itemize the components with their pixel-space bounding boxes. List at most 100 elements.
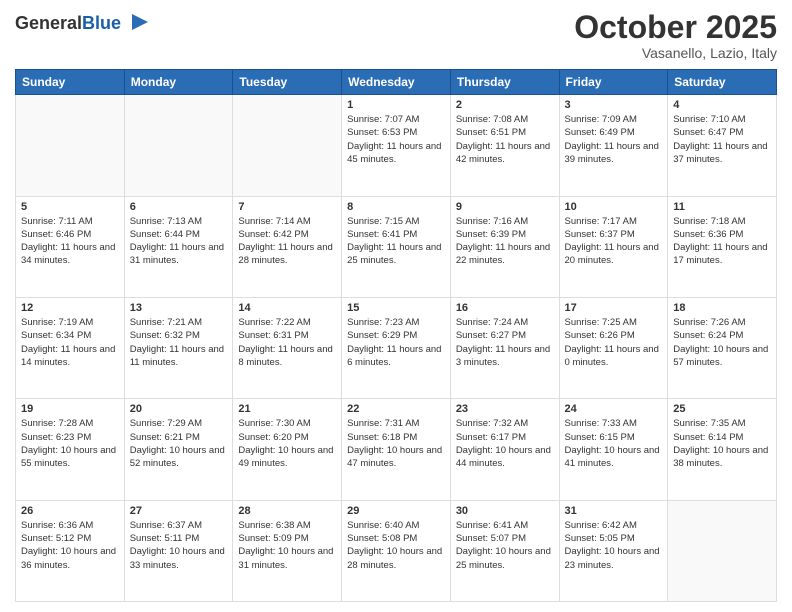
col-thursday: Thursday xyxy=(450,70,559,95)
daylight-text: Daylight: 11 hours and 45 minutes. xyxy=(347,141,441,165)
calendar-header-row: Sunday Monday Tuesday Wednesday Thursday… xyxy=(16,70,777,95)
sunrise-text: Sunrise: 7:18 AM xyxy=(673,216,745,227)
day-number: 18 xyxy=(673,302,771,314)
daylight-text: Daylight: 10 hours and 28 minutes. xyxy=(347,546,442,570)
daylight-text: Daylight: 11 hours and 25 minutes. xyxy=(347,242,441,266)
sunset-text: Sunset: 6:23 PM xyxy=(21,432,91,443)
col-wednesday: Wednesday xyxy=(342,70,451,95)
sunrise-text: Sunrise: 7:21 AM xyxy=(130,317,202,328)
day-detail: Sunrise: 7:13 AMSunset: 6:44 PMDaylight:… xyxy=(130,215,228,268)
sunset-text: Sunset: 6:17 PM xyxy=(456,432,526,443)
sunrise-text: Sunrise: 7:26 AM xyxy=(673,317,745,328)
table-row xyxy=(124,95,233,196)
day-number: 16 xyxy=(456,302,554,314)
day-detail: Sunrise: 7:22 AMSunset: 6:31 PMDaylight:… xyxy=(238,316,336,369)
day-number: 22 xyxy=(347,403,445,415)
sunset-text: Sunset: 6:46 PM xyxy=(21,229,91,240)
daylight-text: Daylight: 11 hours and 20 minutes. xyxy=(565,242,659,266)
calendar-week-row: 12 Sunrise: 7:19 AMSunset: 6:34 PMDayligh… xyxy=(16,297,777,398)
table-row: 13Sunrise: 7:21 AMSunset: 6:32 PMDayligh… xyxy=(124,297,233,398)
day-detail: Sunrise: 7:30 AMSunset: 6:20 PMDaylight:… xyxy=(238,417,336,470)
day-detail: Sunrise: 7:09 AMSunset: 6:49 PMDaylight:… xyxy=(565,113,663,166)
day-detail: Sunrise: 7:14 AMSunset: 6:42 PMDaylight:… xyxy=(238,215,336,268)
daylight-text: Daylight: 11 hours and 22 minutes. xyxy=(456,242,550,266)
location-subtitle: Vasanello, Lazio, Italy xyxy=(574,45,777,61)
daylight-text: Daylight: 10 hours and 41 minutes. xyxy=(565,445,660,469)
table-row: 2Sunrise: 7:08 AMSunset: 6:51 PMDaylight… xyxy=(450,95,559,196)
day-number: 6 xyxy=(130,201,228,213)
table-row: 1Sunrise: 7:07 AMSunset: 6:53 PMDaylight… xyxy=(342,95,451,196)
day-number: 12 xyxy=(21,302,119,314)
day-number: 31 xyxy=(565,505,663,517)
day-number: 20 xyxy=(130,403,228,415)
sunrise-text: Sunrise: 6:36 AM xyxy=(21,520,93,531)
table-row: 28Sunrise: 6:38 AMSunset: 5:09 PMDayligh… xyxy=(233,500,342,601)
day-detail: Sunrise: 7:19 AMSunset: 6:34 PMDaylight:… xyxy=(21,316,119,369)
sunset-text: Sunset: 6:37 PM xyxy=(565,229,635,240)
table-row: 27Sunrise: 6:37 AMSunset: 5:11 PMDayligh… xyxy=(124,500,233,601)
sunrise-text: Sunrise: 6:42 AM xyxy=(565,520,637,531)
table-row: 11Sunrise: 7:18 AMSunset: 6:36 PMDayligh… xyxy=(668,196,777,297)
daylight-text: Daylight: 10 hours and 33 minutes. xyxy=(130,546,225,570)
day-number: 2 xyxy=(456,99,554,111)
table-row: 12 Sunrise: 7:19 AMSunset: 6:34 PMDayligh… xyxy=(16,297,125,398)
table-row: 19Sunrise: 7:28 AMSunset: 6:23 PMDayligh… xyxy=(16,399,125,500)
day-detail: Sunrise: 7:18 AMSunset: 6:36 PMDaylight:… xyxy=(673,215,771,268)
day-detail: Sunrise: 7:11 AMSunset: 6:46 PMDaylight:… xyxy=(21,215,119,268)
col-monday: Monday xyxy=(124,70,233,95)
sunset-text: Sunset: 6:42 PM xyxy=(238,229,308,240)
table-row: 24Sunrise: 7:33 AMSunset: 6:15 PMDayligh… xyxy=(559,399,668,500)
daylight-text: Daylight: 11 hours and 8 minutes. xyxy=(238,344,332,368)
sunset-text: Sunset: 5:12 PM xyxy=(21,533,91,544)
sunset-text: Sunset: 5:09 PM xyxy=(238,533,308,544)
daylight-text: Daylight: 11 hours and 39 minutes. xyxy=(565,141,659,165)
sunrise-text: Sunrise: 7:30 AM xyxy=(238,418,310,429)
sunrise-text: Sunrise: 7:08 AM xyxy=(456,114,528,125)
day-number: 7 xyxy=(238,201,336,213)
table-row: 4Sunrise: 7:10 AMSunset: 6:47 PMDaylight… xyxy=(668,95,777,196)
sunrise-text: Sunrise: 7:28 AM xyxy=(21,418,93,429)
day-detail: Sunrise: 7:35 AMSunset: 6:14 PMDaylight:… xyxy=(673,417,771,470)
daylight-text: Daylight: 11 hours and 3 minutes. xyxy=(456,344,550,368)
table-row: 20Sunrise: 7:29 AMSunset: 6:21 PMDayligh… xyxy=(124,399,233,500)
sunset-text: Sunset: 6:21 PM xyxy=(130,432,200,443)
daylight-text: Daylight: 10 hours and 31 minutes. xyxy=(238,546,333,570)
sunrise-text: Sunrise: 7:16 AM xyxy=(456,216,528,227)
day-detail: Sunrise: 6:37 AMSunset: 5:11 PMDaylight:… xyxy=(130,519,228,572)
daylight-text: Daylight: 11 hours and 42 minutes. xyxy=(456,141,550,165)
sunset-text: Sunset: 5:05 PM xyxy=(565,533,635,544)
day-detail: Sunrise: 7:32 AMSunset: 6:17 PMDaylight:… xyxy=(456,417,554,470)
daylight-text: Daylight: 11 hours and 14 minutes. xyxy=(21,344,115,368)
logo-flag-icon xyxy=(124,10,152,38)
sunset-text: Sunset: 6:49 PM xyxy=(565,127,635,138)
daylight-text: Daylight: 11 hours and 6 minutes. xyxy=(347,344,441,368)
sunset-text: Sunset: 6:31 PM xyxy=(238,330,308,341)
day-detail: Sunrise: 7:07 AMSunset: 6:53 PMDaylight:… xyxy=(347,113,445,166)
table-row: 6 Sunrise: 7:13 AMSunset: 6:44 PMDaylight… xyxy=(124,196,233,297)
sunset-text: Sunset: 6:27 PM xyxy=(456,330,526,341)
day-detail: Sunrise: 7:15 AMSunset: 6:41 PMDaylight:… xyxy=(347,215,445,268)
title-block: October 2025 Vasanello, Lazio, Italy xyxy=(574,10,777,61)
col-sunday: Sunday xyxy=(16,70,125,95)
table-row: 16 Sunrise: 7:24 AMSunset: 6:27 PMDayligh… xyxy=(450,297,559,398)
daylight-text: Daylight: 10 hours and 47 minutes. xyxy=(347,445,442,469)
table-row: 29Sunrise: 6:40 AMSunset: 5:08 PMDayligh… xyxy=(342,500,451,601)
table-row: 7 Sunrise: 7:14 AMSunset: 6:42 PMDaylight… xyxy=(233,196,342,297)
sunset-text: Sunset: 5:07 PM xyxy=(456,533,526,544)
daylight-text: Daylight: 10 hours and 38 minutes. xyxy=(673,445,768,469)
sunset-text: Sunset: 5:11 PM xyxy=(130,533,200,544)
table-row: 14Sunrise: 7:22 AMSunset: 6:31 PMDayligh… xyxy=(233,297,342,398)
table-row: 9Sunrise: 7:16 AMSunset: 6:39 PMDaylight… xyxy=(450,196,559,297)
day-number: 30 xyxy=(456,505,554,517)
sunset-text: Sunset: 6:18 PM xyxy=(347,432,417,443)
sunset-text: Sunset: 5:08 PM xyxy=(347,533,417,544)
sunset-text: Sunset: 6:20 PM xyxy=(238,432,308,443)
sunset-text: Sunset: 6:53 PM xyxy=(347,127,417,138)
day-detail: Sunrise: 6:36 AMSunset: 5:12 PMDaylight:… xyxy=(21,519,119,572)
day-detail: Sunrise: 7:16 AMSunset: 6:39 PMDaylight:… xyxy=(456,215,554,268)
daylight-text: Daylight: 11 hours and 28 minutes. xyxy=(238,242,332,266)
day-number: 4 xyxy=(673,99,771,111)
col-friday: Friday xyxy=(559,70,668,95)
day-detail: Sunrise: 7:24 AMSunset: 6:27 PMDaylight:… xyxy=(456,316,554,369)
day-number: 26 xyxy=(21,505,119,517)
